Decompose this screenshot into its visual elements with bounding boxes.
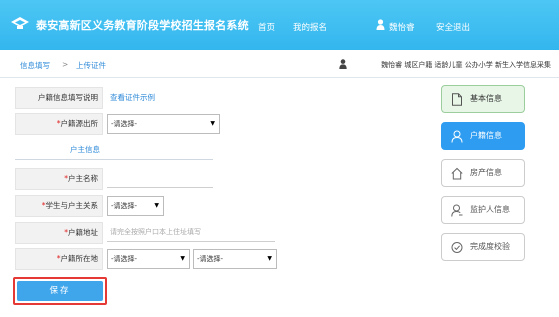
section-tabs: 户主信息 — [15, 144, 213, 160]
nav-home-link[interactable]: 首页 — [258, 21, 275, 33]
step-guardian-info-label: 监护人信息 — [470, 205, 510, 214]
breadcrumb-separator: > — [62, 60, 69, 69]
row-household-origin: *户籍源出所 -请选择- ▼ — [15, 113, 225, 135]
step-completion-check[interactable]: 完成度校验 — [441, 233, 525, 261]
save-button-highlight: 保存 — [13, 277, 107, 305]
save-button[interactable]: 保存 — [17, 281, 103, 301]
row-head-name: *户主名称 — [15, 168, 215, 190]
applicant-info: 魏怡睿 城区户籍 适龄儿童 公办小学 新生入学信息采集 — [381, 61, 551, 69]
breadcrumb-item-info[interactable]: 信息填写 — [20, 60, 50, 71]
step-basic-info-label: 基本信息 — [470, 94, 502, 103]
step-basic-info[interactable]: 基本信息 — [441, 85, 525, 113]
row-location: *户籍所在地 -请选择- ▼ -请选择- ▼ — [15, 248, 285, 270]
step-property-info[interactable]: 房产信息 — [441, 159, 525, 187]
breadcrumb-item-upload[interactable]: 上传证件 — [76, 60, 106, 71]
chevron-down-icon: ▼ — [154, 202, 159, 209]
step-household-info[interactable]: 户籍信息 — [441, 122, 525, 150]
household-origin-select[interactable]: -请选择- ▼ — [107, 114, 220, 134]
household-origin-label: *户籍源出所 — [15, 113, 103, 135]
chevron-down-icon: ▼ — [180, 255, 185, 262]
row-relation: *学生与户主关系 -请选择- ▼ — [15, 195, 215, 217]
relation-label: *学生与户主关系 — [15, 195, 103, 217]
step-completion-check-label: 完成度校验 — [470, 242, 510, 251]
top-header: 泰安高新区义务教育阶段学校招生报名系统 首页 我的报名 魏怡睿 安全退出 — [0, 0, 559, 50]
row-household-desc: 户籍信息填写说明 查看证件示例 — [15, 87, 215, 109]
check-circle-icon — [451, 242, 463, 253]
location-province-select[interactable]: -请选择- ▼ — [107, 249, 190, 269]
nav-my-registration-link[interactable]: 我的报名 — [293, 21, 327, 33]
step-property-info-label: 房产信息 — [470, 168, 502, 177]
chevron-down-icon: ▼ — [267, 255, 272, 262]
location-label: *户籍所在地 — [15, 248, 103, 270]
system-title: 泰安高新区义务教育阶段学校招生报名系统 — [36, 19, 249, 32]
address-input[interactable]: 请完全按照户口本上住址填写 — [107, 224, 275, 242]
household-desc-label: 户籍信息填写说明 — [15, 87, 103, 109]
guardian-icon — [451, 204, 463, 217]
view-sample-link[interactable]: 查看证件示例 — [110, 87, 155, 109]
house-icon — [451, 167, 463, 180]
tab-household-head[interactable]: 户主信息 — [70, 144, 100, 155]
step-household-info-label: 户籍信息 — [470, 131, 502, 140]
head-name-label: *户主名称 — [15, 168, 103, 190]
breadcrumb: 信息填写 > 上传证件 魏怡睿 城区户籍 适龄儿童 公办小学 新生入学信息采集 — [0, 50, 559, 78]
user-icon — [376, 19, 385, 30]
nav-username[interactable]: 魏怡睿 — [389, 21, 415, 33]
person-icon — [339, 59, 347, 69]
chevron-down-icon: ▼ — [210, 120, 215, 127]
address-label: *户籍地址 — [15, 222, 103, 244]
row-address: *户籍地址 请完全按照户口本上住址填写 — [15, 222, 275, 244]
head-name-input[interactable] — [107, 170, 213, 188]
relation-select[interactable]: -请选择- ▼ — [107, 196, 164, 216]
step-guardian-info[interactable]: 监护人信息 — [441, 196, 525, 224]
document-icon — [452, 93, 462, 106]
nav-logout-link[interactable]: 安全退出 — [436, 21, 470, 33]
person-icon — [451, 130, 463, 143]
logo-icon — [11, 17, 29, 29]
location-city-select[interactable]: -请选择- ▼ — [193, 249, 277, 269]
